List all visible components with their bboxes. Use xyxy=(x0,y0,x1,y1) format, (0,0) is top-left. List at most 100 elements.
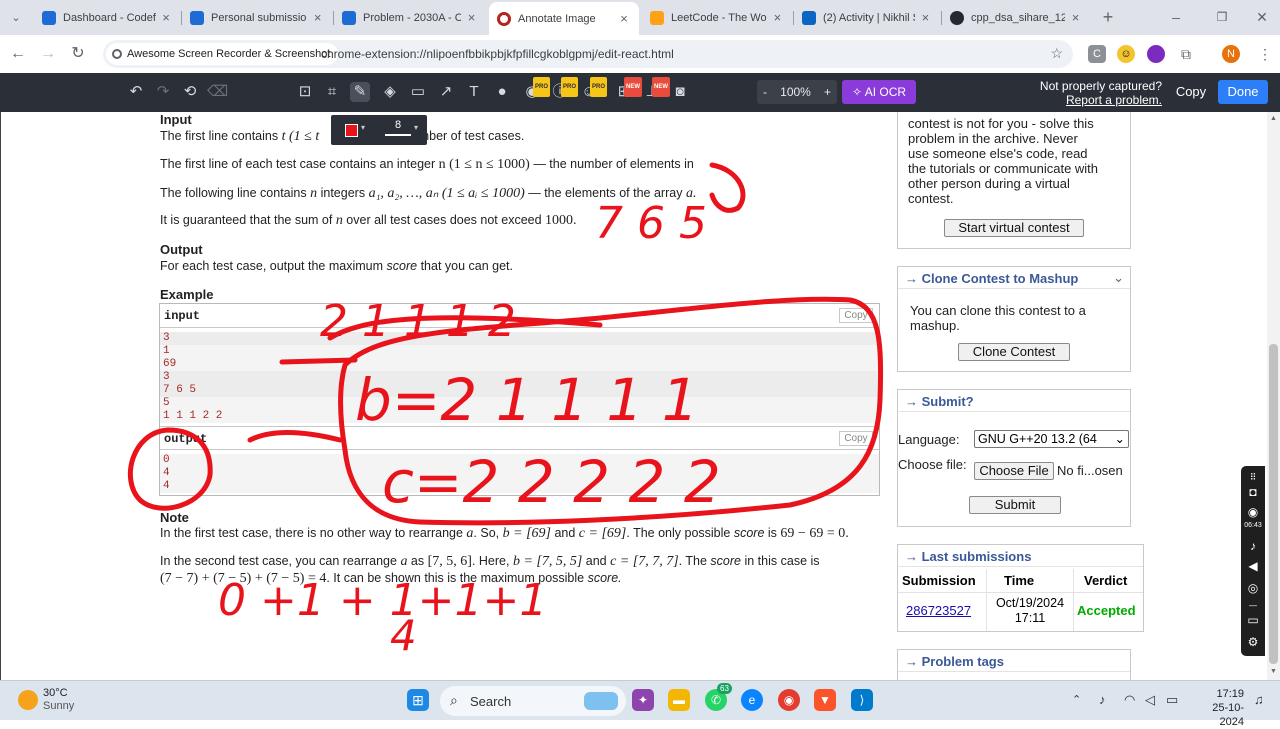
windows-start-icon[interactable]: ⊞ xyxy=(407,689,429,711)
pen-tool-icon[interactable]: ✎ xyxy=(350,82,370,102)
problem-tags-heading[interactable]: → Problem tags xyxy=(898,650,1130,672)
weather-widget[interactable]: 30°C Sunny xyxy=(43,687,74,713)
battery-icon[interactable]: ▭ xyxy=(1166,692,1178,708)
eraser-icon[interactable]: ⌫ xyxy=(207,82,228,102)
tab-github-repo[interactable]: cpp_dsa_sihare_123 × xyxy=(942,4,1090,31)
camera-icon[interactable]: ◘ xyxy=(1245,484,1261,500)
system-clock[interactable]: 17:19 25-10-2024 xyxy=(1190,687,1244,729)
emoji-stamp-icon[interactable]: ☺ PRO xyxy=(579,77,607,102)
report-problem-link[interactable]: Report a problem. xyxy=(1000,93,1162,107)
restore-window-button[interactable]: ❐ xyxy=(1212,7,1232,27)
colorful-extension-icon[interactable] xyxy=(1147,45,1165,63)
rectangle-tool-icon[interactable]: ▭ xyxy=(408,82,428,102)
chrome-icon[interactable]: ◉ xyxy=(778,689,800,711)
submission-id-link[interactable]: 286723527 xyxy=(906,603,971,618)
blur-drop-icon[interactable]: ● xyxy=(492,82,512,102)
language-select[interactable]: GNU G++20 13.2 (64 ⌄ xyxy=(974,430,1129,448)
close-tab-icon[interactable]: × xyxy=(1069,10,1082,25)
brave-icon[interactable]: ▼ xyxy=(814,689,836,711)
edge-browser-icon[interactable]: e xyxy=(741,689,763,711)
done-button[interactable]: Done xyxy=(1218,80,1268,104)
back-arrow-icon[interactable]: ← xyxy=(8,44,28,64)
tab-linkedin-activity[interactable]: (2) Activity | Nikhil S × xyxy=(794,4,940,31)
stamp-icon[interactable]: ⊥NEW xyxy=(642,77,670,102)
extension-site-chip[interactable]: Awesome Screen Recorder & Screenshot xyxy=(106,43,339,65)
reload-icon[interactable]: ↻ xyxy=(68,44,88,64)
zoom-out-button[interactable]: - xyxy=(763,85,767,99)
copilot-icon[interactable]: ✦ xyxy=(632,689,654,711)
close-tab-icon[interactable]: × xyxy=(617,11,631,26)
tab-leetcode[interactable]: LeetCode - The Worl × xyxy=(642,4,792,31)
page-scrollbar[interactable]: ▲ ▼ xyxy=(1267,112,1280,680)
taskbar-search[interactable]: ⌕ Search xyxy=(440,686,626,716)
undo-icon[interactable]: ↶ xyxy=(126,82,146,102)
new-tab-button[interactable]: + xyxy=(1098,7,1118,27)
highlighter-icon[interactable]: ◈ xyxy=(380,82,400,102)
volume-icon[interactable]: ◁ xyxy=(1145,692,1155,708)
tab-problem-2030a[interactable]: Problem - 2030A - Co × xyxy=(334,4,486,31)
chevron-up-icon[interactable]: ⌃ xyxy=(1072,693,1081,706)
webcam-icon[interactable]: ◎ xyxy=(1245,580,1261,596)
sun-weather-icon[interactable] xyxy=(18,690,38,710)
whatsapp-icon[interactable]: ✆ 63 xyxy=(705,683,732,711)
tab-search-icon[interactable]: ⌄ xyxy=(6,8,26,28)
tab-personal-submissions[interactable]: Personal submissions × xyxy=(182,4,332,31)
clone-contest-button[interactable]: Clone Contest xyxy=(958,343,1070,361)
emoji-extension-icon[interactable]: ☺ xyxy=(1117,45,1135,63)
browser-menu-icon[interactable]: ⋮ xyxy=(1256,45,1274,63)
window-icon[interactable]: ▭ xyxy=(1245,612,1261,628)
choose-file-button[interactable]: Choose File xyxy=(974,462,1054,480)
submit-button[interactable]: Submit xyxy=(969,496,1061,514)
scrollbar-thumb[interactable] xyxy=(1269,344,1278,664)
reset-icon[interactable]: ⟲ xyxy=(180,82,200,102)
forward-arrow-icon[interactable]: → xyxy=(38,44,58,64)
grip-icon[interactable]: ⠿ xyxy=(1245,469,1261,485)
close-tab-icon[interactable]: × xyxy=(465,10,478,25)
clone-contest-heading[interactable]: → Clone Contest to Mashup ⌄ xyxy=(898,267,1130,289)
copy-image-button[interactable]: Copy xyxy=(1168,80,1214,104)
close-tab-icon[interactable]: × xyxy=(311,10,324,25)
fit-crop-icon[interactable]: ⊡ xyxy=(295,82,315,102)
record-screen-icon[interactable]: ◙ xyxy=(670,82,690,102)
profile-avatar[interactable]: N xyxy=(1222,45,1240,63)
tab-annotate-image[interactable]: Annotate Image × xyxy=(489,2,639,35)
extensions-puzzle-icon[interactable]: ⧉ xyxy=(1177,45,1195,63)
chevron-down-icon[interactable]: ▾ xyxy=(361,123,365,132)
close-tab-icon[interactable]: × xyxy=(771,10,784,25)
url-text[interactable]: chrome-extension://nlipoenfbbikpbjkfpfil… xyxy=(321,47,674,61)
microphone-icon[interactable]: ♪ xyxy=(1099,692,1106,707)
stroke-size-value[interactable]: 8 xyxy=(383,119,413,131)
text-tool-icon[interactable]: T xyxy=(464,82,484,102)
extension-c-icon[interactable]: C xyxy=(1088,45,1106,63)
zoom-in-button[interactable]: + xyxy=(824,85,831,99)
info-callout-icon[interactable]: ⓘ PRO xyxy=(550,77,578,102)
chevron-down-icon[interactable]: ▾ xyxy=(414,123,418,132)
address-bar[interactable]: Awesome Screen Recorder & Screenshot chr… xyxy=(103,40,1073,68)
copy-output-button[interactable]: Copy xyxy=(839,431,873,446)
close-tab-icon[interactable]: × xyxy=(919,10,932,25)
scroll-down-arrow-icon[interactable]: ▼ xyxy=(1270,668,1277,675)
crop-icon[interactable]: ⌗ xyxy=(322,82,342,102)
arrow-tool-icon[interactable]: ↗ xyxy=(436,82,456,102)
bookmark-star-icon[interactable]: ☆ xyxy=(1050,45,1063,62)
vscode-icon[interactable]: ⟩ xyxy=(851,689,873,711)
close-tab-icon[interactable]: × xyxy=(160,10,172,25)
start-virtual-contest-button[interactable]: Start virtual contest xyxy=(944,219,1084,237)
settings-gear-icon[interactable]: ⚙ xyxy=(1245,634,1261,650)
record-icon[interactable]: ◉ xyxy=(1245,504,1261,520)
speaker-icon[interactable]: ◀ xyxy=(1245,558,1261,574)
add-image-icon[interactable]: ⊞NEW xyxy=(614,77,642,102)
microphone-icon[interactable]: ♪ xyxy=(1245,538,1261,554)
minimize-window-button[interactable]: – xyxy=(1166,7,1186,27)
file-explorer-icon[interactable]: ▬ xyxy=(668,689,690,711)
tab-codeforces-dashboard[interactable]: Dashboard - Codeforc × xyxy=(34,4,180,31)
ai-ocr-button[interactable]: ✧ AI OCR xyxy=(842,80,916,104)
redo-icon[interactable]: ↷ xyxy=(153,82,173,102)
chevron-down-icon[interactable]: ⌄ xyxy=(1113,270,1124,286)
scroll-up-arrow-icon[interactable]: ▲ xyxy=(1270,115,1277,122)
copy-input-button[interactable]: Copy xyxy=(839,308,873,323)
close-window-button[interactable]: ✕ xyxy=(1252,7,1272,27)
pen-color-swatch[interactable] xyxy=(345,124,358,137)
sticker-icon[interactable]: ◉PRO xyxy=(522,77,550,102)
notification-bell-icon[interactable]: ♫ xyxy=(1254,692,1264,707)
